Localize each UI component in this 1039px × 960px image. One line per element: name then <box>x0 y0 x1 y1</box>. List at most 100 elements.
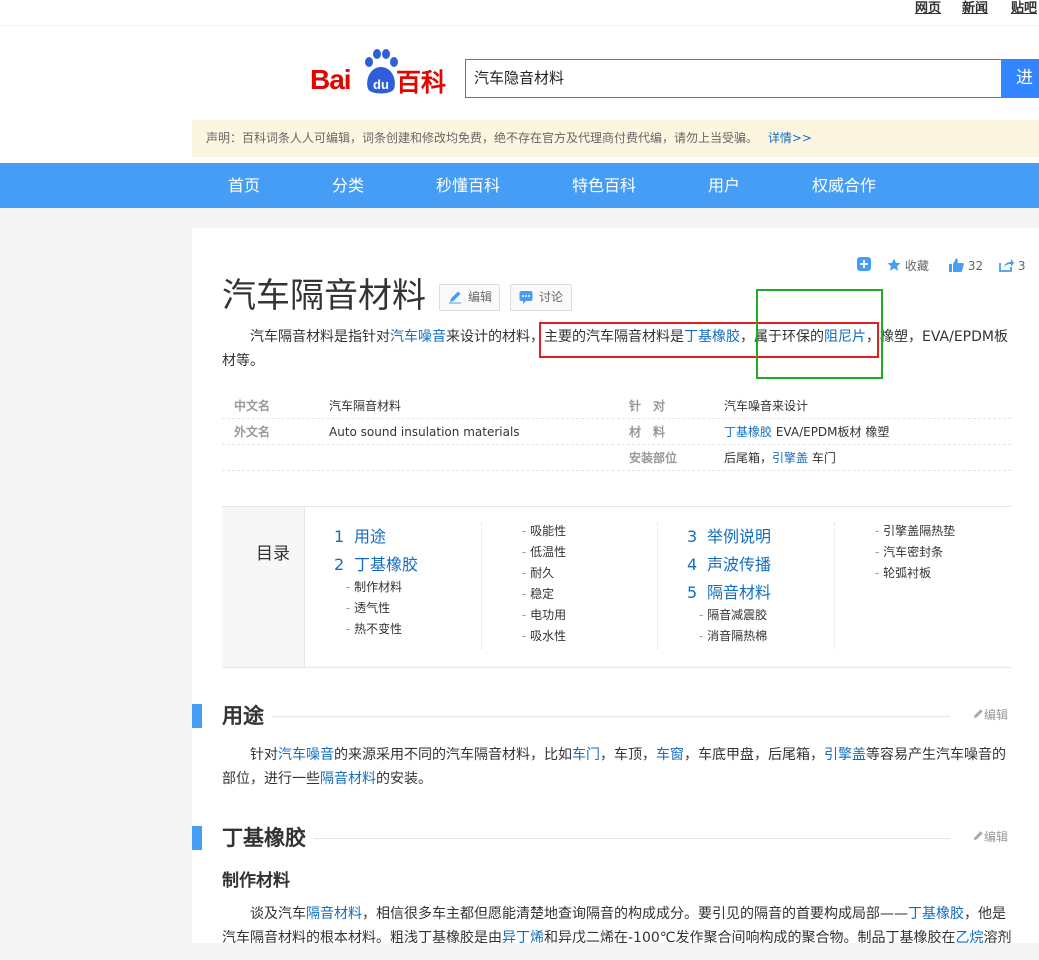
discuss-button[interactable]: 讨论 <box>510 284 572 311</box>
edit-label: 编辑 <box>984 708 1009 722</box>
catalog-label: 声波传播 <box>707 555 772 574</box>
like-button[interactable]: 32 <box>949 257 983 275</box>
catalog-subitem[interactable]: 制作材料 <box>346 579 402 595</box>
catalog-item-2[interactable]: 2 丁基橡胶 <box>334 555 418 575</box>
share-count: 3 <box>1017 259 1026 273</box>
pencil-icon <box>973 831 983 841</box>
section-paragraph: 谈及汽车隔音材料，相信很多车主都但愿能清楚地查询隔音的构成成分。要引见的隔音的首… <box>222 902 1012 943</box>
page-title: 汽车隔音材料 <box>222 276 426 316</box>
link-car-door[interactable]: 车门 <box>572 747 600 763</box>
notice-details-link[interactable]: 详情>> <box>768 131 812 145</box>
info-value: 丁基橡胶 EVA/EPDM板材 橡塑 <box>724 419 889 445</box>
nav-item-category[interactable]: 分类 <box>332 163 364 208</box>
catalog-subitem[interactable]: 引擎盖隔热垫 <box>875 523 955 539</box>
nav-item-miaodong[interactable]: 秒懂百科 <box>436 163 500 208</box>
link-butyl-rubber[interactable]: 丁基橡胶 <box>724 425 772 439</box>
edit-label: 编辑 <box>984 830 1009 844</box>
catalog-item-5[interactable]: 5 隔音材料 <box>687 583 771 603</box>
catalog-subitem[interactable]: 吸能性 <box>522 523 566 539</box>
catalog-subitem[interactable]: 轮弧衬板 <box>875 565 931 581</box>
info-value: 后尾箱，引擎盖 车门 <box>724 445 836 471</box>
catalog-title: 目录 <box>222 507 305 667</box>
nav-item-home[interactable]: 首页 <box>228 163 260 208</box>
para-text: 针对 <box>250 747 278 763</box>
section-edit-button[interactable]: 编辑 <box>972 829 1008 845</box>
logo-bai-text: Bai <box>310 64 352 95</box>
info-key: 安装部位 <box>629 451 678 465</box>
link-engine-hood[interactable]: 引擎盖 <box>772 451 808 465</box>
green-annotation-box <box>756 289 883 379</box>
basic-info-row <box>222 445 614 471</box>
para-text: ，相信很多车主都但愿能清楚地查询隔音的构成成分。要引见的隔音的首要构成局部—— <box>362 906 908 922</box>
search-input[interactable]: 汽车隐音材料 <box>465 59 1001 98</box>
nav-item-authority[interactable]: 权威合作 <box>812 163 876 208</box>
catalog-subitem[interactable]: 隔音减震胶 <box>699 607 767 623</box>
info-value: 汽车隔音材料 <box>329 399 402 413</box>
catalog-subitem[interactable]: 稳定 <box>522 586 554 602</box>
catalog-subitem[interactable]: 吸水性 <box>522 628 566 644</box>
link-car-noise[interactable]: 汽车噪音 <box>390 329 446 345</box>
link-insulation-material[interactable]: 隔音材料 <box>306 906 362 922</box>
divider <box>657 523 658 649</box>
catalog-subitem[interactable]: 热不变性 <box>346 621 402 637</box>
catalog-subitem[interactable]: 汽车密封条 <box>875 544 943 560</box>
logo-baike-text: 百科 <box>396 68 447 97</box>
catalog-subitem[interactable]: 低温性 <box>522 544 566 560</box>
main-nav: 首页 分类 秒懂百科 特色百科 用户 权威合作 <box>0 163 1039 208</box>
para-text: 谈及汽车 <box>250 906 306 922</box>
catalog-num: 5 <box>687 583 698 602</box>
para-text: 溶剂 <box>983 930 1012 943</box>
nav-item-user[interactable]: 用户 <box>708 163 740 208</box>
para-text: ，车顶， <box>600 747 656 763</box>
divider <box>272 716 950 717</box>
collect-button[interactable]: 收藏 <box>887 257 929 275</box>
para-text: 的安装。 <box>376 771 432 787</box>
link-butyl-rubber[interactable]: 丁基橡胶 <box>908 906 964 922</box>
basic-info-row: 外文名 Auto sound insulation materials <box>222 419 614 445</box>
topbar-link-news[interactable]: 新闻 <box>962 0 988 18</box>
search-enter-button[interactable]: 进入 <box>1001 59 1039 98</box>
link-engine-hood[interactable]: 引擎盖 <box>824 747 866 763</box>
notice-text: 声明：百科词条人人可编辑，词条创建和修改均免费，绝不存在官方及代理商付费代编，请… <box>206 131 759 145</box>
catalog-subitem[interactable]: 耐久 <box>522 565 554 581</box>
catalog-label: 丁基橡胶 <box>354 555 419 574</box>
section-marker <box>192 704 202 728</box>
catalog-num: 4 <box>687 555 698 574</box>
topbar-link-web[interactable]: 网页 <box>915 0 941 18</box>
info-key: 材 料 <box>629 425 666 439</box>
basic-info-row: 材 料 丁基橡胶 EVA/EPDM板材 橡塑 <box>617 419 1011 445</box>
nav-item-featured[interactable]: 特色百科 <box>572 163 636 208</box>
link-car-noise[interactable]: 汽车噪音 <box>278 747 334 763</box>
disclaimer-notice: 声明：百科词条人人可编辑，词条创建和修改均免费，绝不存在官方及代理商付费代编，请… <box>192 120 1039 157</box>
para-text: ，车底甲盘，后尾箱， <box>684 747 824 763</box>
catalog-item-1[interactable]: 1 用途 <box>334 527 386 547</box>
info-key: 针 对 <box>629 399 666 413</box>
share-button[interactable]: 3 <box>999 257 1025 275</box>
collect-label: 收藏 <box>904 259 929 273</box>
info-key: 中文名 <box>234 399 271 413</box>
basic-info-row: 安装部位 后尾箱，引擎盖 车门 <box>617 445 1011 471</box>
link-isobutylene[interactable]: 异丁烯 <box>502 930 544 943</box>
info-key: 外文名 <box>234 425 271 439</box>
pencil-icon <box>973 709 983 719</box>
info-value-text: 后尾箱， <box>724 451 773 465</box>
catalog-subitem[interactable]: 消音隔热棉 <box>699 628 767 644</box>
thumb-up-icon <box>949 258 964 272</box>
add-icon[interactable] <box>857 257 871 276</box>
like-count: 32 <box>967 259 984 273</box>
link-insulation-material[interactable]: 隔音材料 <box>320 771 376 787</box>
chat-icon <box>519 291 533 304</box>
topbar-link-tieba[interactable]: 贴吧 <box>1011 0 1037 18</box>
subsection-title: 制作材料 <box>222 871 290 891</box>
catalog-subitem[interactable]: 电功用 <box>522 607 566 623</box>
info-value-text: EVA/EPDM板材 橡塑 <box>772 425 890 439</box>
catalog-item-3[interactable]: 3 举例说明 <box>687 527 771 547</box>
edit-entry-button[interactable]: 编辑 <box>439 284 500 311</box>
catalog-item-4[interactable]: 4 声波传播 <box>687 555 771 575</box>
link-car-window[interactable]: 车窗 <box>656 747 684 763</box>
catalog-subitem[interactable]: 透气性 <box>346 600 390 616</box>
section-edit-button[interactable]: 编辑 <box>972 707 1008 723</box>
baidu-baike-logo[interactable]: Bai du 百科 <box>308 48 458 98</box>
link-ethane[interactable]: 乙烷 <box>956 930 984 943</box>
summary-text: 汽车隔音材料是指针对 <box>250 329 390 345</box>
